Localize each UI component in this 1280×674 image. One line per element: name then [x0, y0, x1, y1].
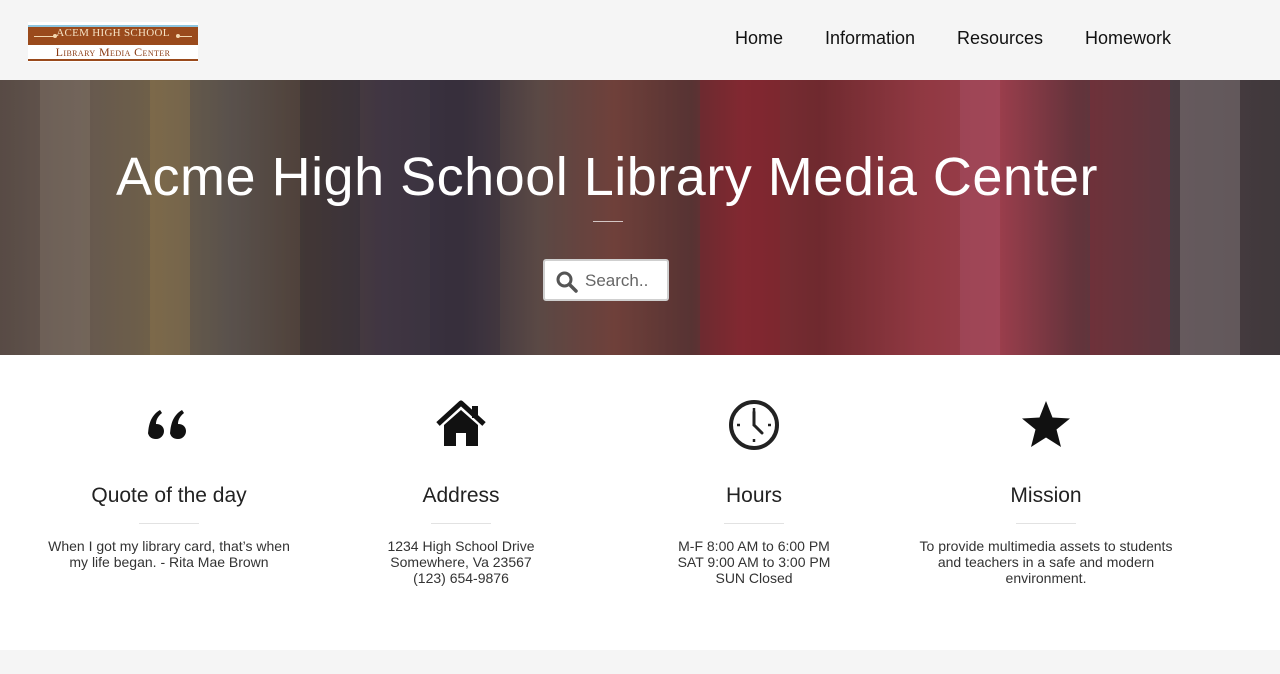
- feature-divider: [139, 523, 199, 524]
- feature-line: Somewhere, Va 23567: [390, 554, 532, 570]
- quote-icon: [148, 410, 186, 439]
- feature-line: (123) 654-9876: [413, 570, 509, 586]
- feature-line: my life began. - Rita Mae Brown: [69, 554, 269, 570]
- feature-line: M-F 8:00 AM to 6:00 PM: [678, 538, 830, 554]
- feature-mission: Mission To provide multimedia assets to …: [900, 398, 1192, 586]
- feature-heading: Quote of the day: [91, 484, 247, 507]
- hero-divider: [593, 221, 623, 222]
- search-box[interactable]: [543, 259, 669, 301]
- feature-divider: [1016, 523, 1076, 524]
- feature-text: M-F 8:00 AM to 6:00 PM SAT 9:00 AM to 3:…: [624, 538, 884, 586]
- feature-line: To provide multimedia assets to students: [919, 538, 1173, 554]
- search-input[interactable]: [585, 270, 665, 292]
- nav-home[interactable]: Home: [735, 28, 783, 49]
- feature-heading: Mission: [1010, 484, 1082, 507]
- hero-banner: Acme High School Library Media Center: [0, 80, 1280, 355]
- feature-hours: Hours M-F 8:00 AM to 6:00 PM SAT 9:00 AM…: [608, 398, 900, 586]
- feature-line: and teachers in a safe and modern: [937, 554, 1155, 570]
- footer-bar: [0, 650, 1280, 674]
- logo-line-2: Library Media Center: [55, 45, 171, 59]
- feature-divider: [431, 523, 491, 524]
- feature-line: When I got my library card, that’s when: [48, 538, 290, 554]
- feature-heading: Hours: [725, 484, 783, 507]
- feature-text: When I got my library card, that’s when …: [39, 538, 299, 570]
- feature-text: 1234 High School Drive Somewhere, Va 235…: [331, 538, 591, 586]
- feature-divider: [724, 523, 784, 524]
- logo-underline: [28, 59, 198, 61]
- hero-overlay: [0, 80, 1280, 355]
- site-logo[interactable]: ACEM HIGH SCHOOL Library Media Center: [28, 22, 198, 62]
- home-icon: [436, 400, 486, 446]
- logo-line-1: ACEM HIGH SCHOOL: [56, 27, 170, 39]
- clock-icon: [729, 400, 779, 450]
- search-icon[interactable]: [555, 270, 579, 294]
- star-icon: [1022, 401, 1070, 447]
- nav-information[interactable]: Information: [825, 28, 915, 49]
- feature-line: SUN Closed: [715, 570, 793, 586]
- site-header: ACEM HIGH SCHOOL Library Media Center Ho…: [0, 0, 1280, 80]
- feature-line: SAT 9:00 AM to 3:00 PM: [677, 554, 831, 570]
- hero-title: Acme High School Library Media Center: [116, 147, 1098, 207]
- feature-line: environment.: [1005, 570, 1087, 586]
- feature-address: Address 1234 High School Drive Somewhere…: [315, 398, 607, 586]
- feature-text: To provide multimedia assets to students…: [916, 538, 1176, 586]
- nav-resources[interactable]: Resources: [957, 28, 1043, 49]
- nav-homework[interactable]: Homework: [1085, 28, 1171, 49]
- feature-quote: Quote of the day When I got my library c…: [23, 398, 315, 570]
- feature-line: 1234 High School Drive: [387, 538, 535, 554]
- feature-heading: Address: [422, 484, 500, 507]
